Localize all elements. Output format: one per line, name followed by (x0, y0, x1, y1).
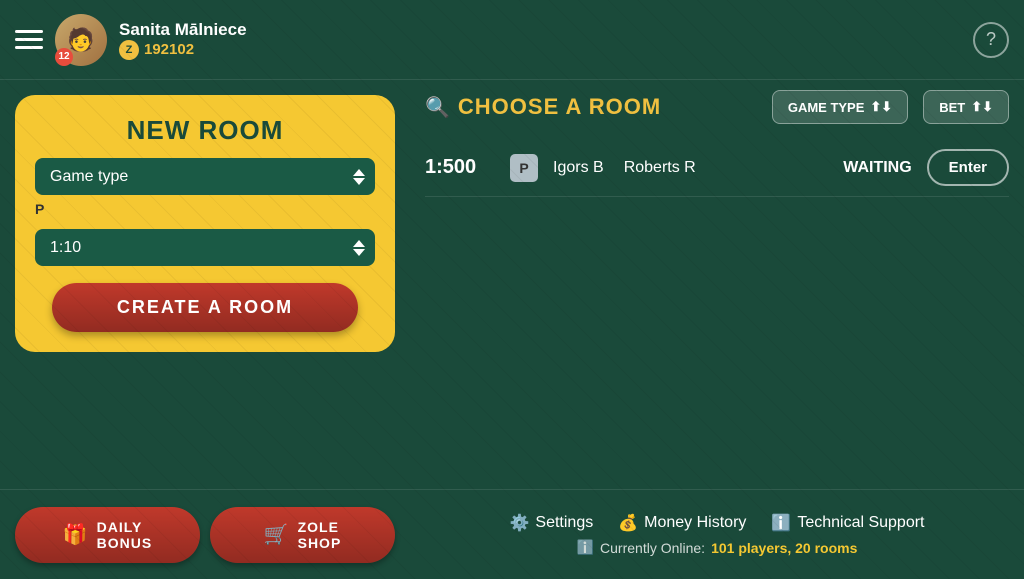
money-history-button[interactable]: 💰 Money History (618, 513, 746, 533)
filter1-arrows-icon: ⬆⬇ (870, 99, 892, 115)
zole-currency-icon: Z (119, 40, 139, 60)
user-info: Sanita Mālniece Z 192102 (119, 20, 247, 60)
money-history-icon: 💰 (618, 513, 638, 533)
player1-name: Igors B (553, 159, 604, 177)
bet-select[interactable]: 1:10 (35, 229, 375, 266)
room-players: Igors B Roberts R (553, 159, 828, 177)
online-text: Currently Online: (600, 540, 705, 556)
main-layout: NEW ROOM Game type P 1:10 (0, 80, 1024, 489)
zole-shop-button[interactable]: 🛒 ZOLESHOP (210, 507, 395, 563)
enter-room-button[interactable]: Enter (927, 149, 1009, 186)
room-header: 🔍 CHOOSE A ROOM GAME TYPE ⬆⬇ BET ⬆⬇ (425, 90, 1009, 124)
user-coins: Z 192102 (119, 40, 247, 60)
notification-badge: 12 (55, 48, 73, 66)
daily-bonus-label: DAILYBONUS (97, 519, 153, 551)
info-icon: ℹ️ (577, 539, 594, 556)
p-label: P (35, 201, 44, 217)
choose-room-title: CHOOSE A ROOM (458, 94, 661, 120)
technical-support-label: Technical Support (797, 514, 924, 532)
player2-name: Roberts R (624, 159, 696, 177)
settings-icon: ⚙️ (509, 513, 529, 533)
choose-room-section: 🔍 CHOOSE A ROOM (425, 94, 757, 120)
new-room-card: NEW ROOM Game type P 1:10 (15, 95, 395, 352)
game-type-select[interactable]: Game type (35, 158, 375, 195)
room-status: WAITING (843, 159, 911, 177)
create-room-button[interactable]: CREATE A ROOM (52, 283, 358, 332)
right-panel: 🔍 CHOOSE A ROOM GAME TYPE ⬆⬇ BET ⬆⬇ 1:50… (410, 80, 1024, 489)
zole-shop-label: ZOLESHOP (298, 519, 342, 551)
hamburger-menu[interactable] (15, 30, 43, 49)
bet-container: 1:10 (35, 229, 375, 266)
settings-button[interactable]: ⚙️ Settings (509, 513, 593, 533)
game-type-filter-button[interactable]: GAME TYPE ⬆⬇ (772, 90, 908, 124)
filter2-arrows-icon: ⬆⬇ (971, 99, 993, 115)
header: 🧑 12 Sanita Mālniece Z 192102 ? (0, 0, 1024, 80)
help-button[interactable]: ? (973, 22, 1009, 58)
avatar-container: 🧑 12 (55, 14, 107, 66)
table-row: 1:500 P Igors B Roberts R WAITING Enter (425, 139, 1009, 197)
support-icon: ℹ️ (771, 513, 791, 533)
bet-filter-button[interactable]: BET ⬆⬇ (923, 90, 1009, 124)
user-name: Sanita Mālniece (119, 20, 247, 40)
left-panel: NEW ROOM Game type P 1:10 (0, 80, 410, 489)
footer: 🎁 DAILYBONUS 🛒 ZOLESHOP ⚙️ Settings 💰 Mo… (0, 489, 1024, 579)
coin-amount: 192102 (144, 41, 194, 58)
room-list: 1:500 P Igors B Roberts R WAITING Enter (425, 139, 1009, 197)
footer-right: ⚙️ Settings 💰 Money History ℹ️ Technical… (410, 513, 1024, 556)
online-status: ℹ️ Currently Online: 101 players, 20 roo… (577, 539, 858, 556)
cart-icon: 🛒 (264, 522, 290, 547)
technical-support-button[interactable]: ℹ️ Technical Support (771, 513, 924, 533)
new-room-title: NEW ROOM (127, 115, 284, 146)
footer-left: 🎁 DAILYBONUS 🛒 ZOLESHOP (0, 507, 410, 563)
online-count: 101 players, 20 rooms (711, 540, 857, 556)
settings-label: Settings (535, 514, 593, 532)
footer-links: ⚙️ Settings 💰 Money History ℹ️ Technical… (509, 513, 924, 533)
money-history-label: Money History (644, 514, 746, 532)
game-type-container: Game type (35, 158, 375, 195)
room-bet: 1:500 (425, 156, 495, 179)
daily-bonus-button[interactable]: 🎁 DAILYBONUS (15, 507, 200, 563)
room-type-badge: P (510, 154, 538, 182)
search-icon: 🔍 (425, 95, 450, 120)
gift-icon: 🎁 (63, 522, 89, 547)
